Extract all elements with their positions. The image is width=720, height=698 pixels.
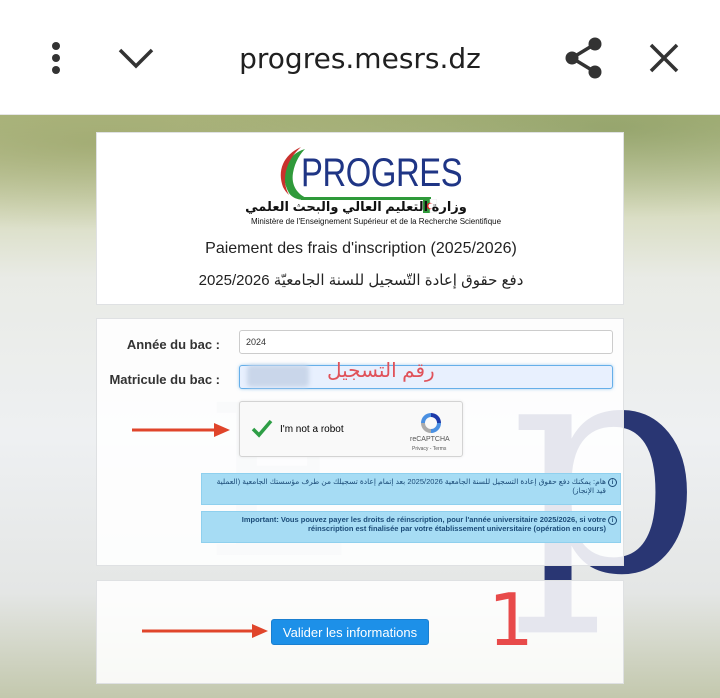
recaptcha-links[interactable]: Privacy - Terms <box>412 446 446 452</box>
url-text[interactable]: progres.mesrs.dz <box>0 42 720 75</box>
page-title-fr: Paiement des frais d'inscription (2025/2… <box>205 240 517 257</box>
page-title-ar: دفع حقوق إعادة التّسجيل للسنة الجامعيّة … <box>198 272 524 289</box>
alert-text-fr: Important: Vous pouvez payer les droits … <box>241 515 606 533</box>
validate-button[interactable]: Valider les informations <box>271 619 429 645</box>
info-alert-fr: i Important: Vous pouvez payer les droit… <box>201 511 621 543</box>
bac-year-field[interactable]: 2024 <box>239 330 613 354</box>
annotation-arrow-captcha <box>132 423 230 437</box>
recaptcha-logo-icon <box>421 413 441 433</box>
share-icon[interactable] <box>560 34 608 82</box>
ministry-name-ar: وزارة التعليم العالي والبحث العلمي <box>245 199 467 214</box>
ministry-name-fr: Ministère de l'Enseignement Supérieur et… <box>250 217 502 226</box>
header-card: PROGRES وزارة التعليم العالي والبحث العل… <box>96 132 624 305</box>
browser-top-bar: progres.mesrs.dz <box>0 0 720 115</box>
alert-text-ar: هام: يمكنك دفع حقوق إعادة التسجيل للسنة … <box>216 477 606 495</box>
form-card: Année du bac : 2024 Matricule du bac : ر… <box>96 318 624 566</box>
checkmark-icon[interactable] <box>250 416 274 440</box>
recaptcha-label: I'm not a robot <box>280 424 344 435</box>
info-alert-ar: i هام: يمكنك دفع حقوق إعادة التسجيل للسن… <box>201 473 621 505</box>
close-icon[interactable] <box>640 34 688 82</box>
redacted-value <box>247 365 309 387</box>
bac-year-label: Année du bac : <box>126 337 220 352</box>
logo-text: PROGRES <box>301 151 463 195</box>
info-icon: i <box>608 516 617 525</box>
recaptcha-widget[interactable]: I'm not a robot reCAPTCHA Privacy - Term… <box>239 401 463 457</box>
recaptcha-brand: reCAPTCHA <box>410 436 450 443</box>
annotation-arrow-validate <box>142 624 268 638</box>
matricule-label: Matricule du bac : <box>109 372 220 387</box>
progres-logo: PROGRES <box>97 145 625 201</box>
step-number-annotation: 1 <box>488 578 534 662</box>
info-icon: i <box>608 478 617 487</box>
matricule-annotation: رقم التسجيل <box>327 360 435 382</box>
